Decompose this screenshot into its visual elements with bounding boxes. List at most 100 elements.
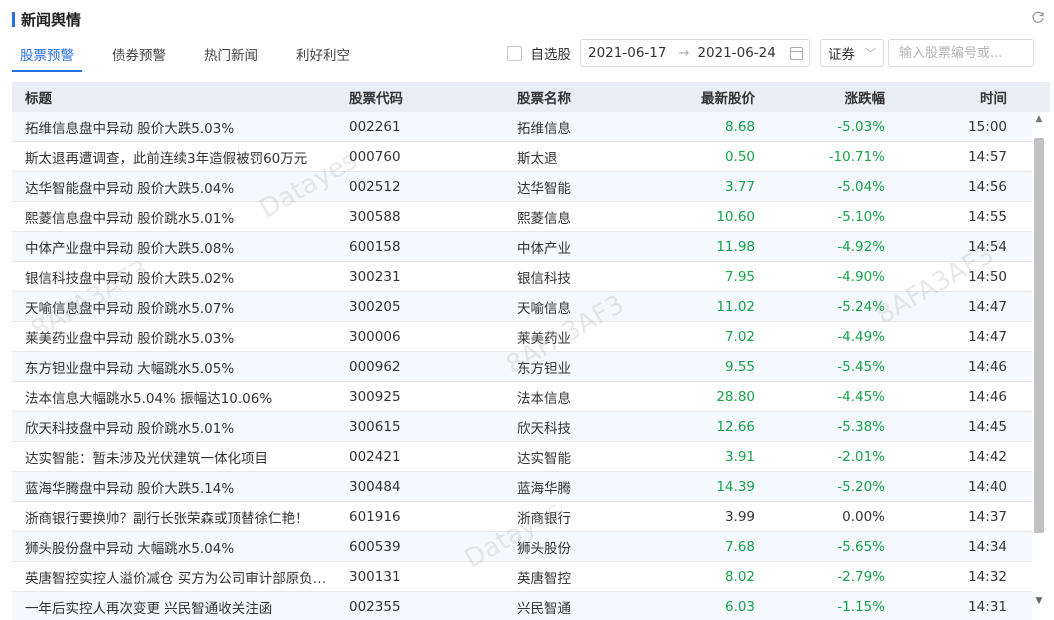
news-title[interactable]: 银信科技盘中异动 股价大跌5.02% (12, 267, 337, 287)
stock-code: 300925 (349, 388, 401, 405)
stock-code: 600158 (349, 238, 401, 255)
date-start[interactable]: 2021-06-17 (588, 45, 666, 61)
col-header-change[interactable]: 涨跌幅 (755, 87, 886, 107)
table-row[interactable]: 达实智能：暂未涉及光伏建筑一体化项目 002421 达实智能 3.91 -2.01% 14… (12, 442, 1032, 472)
stock-code: 300131 (349, 568, 401, 585)
security-type-select[interactable]: 证券 ﹀ (820, 39, 884, 67)
news-title[interactable]: 达华智能盘中异动 股价大跌5.04% (12, 177, 337, 197)
chevron-down-icon: ﹀ (865, 47, 876, 60)
price-change: 0.00% (842, 508, 885, 525)
stock-code: 000962 (349, 358, 401, 375)
latest-price: 7.02 (724, 328, 755, 345)
col-header-title[interactable]: 标题 (12, 87, 337, 107)
watchlist-checkbox[interactable] (506, 45, 522, 61)
stock-search-input[interactable] (888, 39, 1034, 67)
news-time: 14:40 (968, 478, 1007, 495)
stock-name: 天喻信息 (517, 300, 571, 317)
news-title[interactable]: 狮头股份盘中异动 大幅跳水5.04% (12, 537, 337, 557)
news-title[interactable]: 斯太退再遭调查，此前连续3年造假被罚60万元 (12, 147, 337, 167)
stock-name: 东方钽业 (517, 360, 571, 377)
calendar-icon[interactable] (790, 46, 803, 60)
table-row[interactable]: 蓝海华腾盘中异动 股价大跌5.14% 300484 蓝海华腾 14.39 -5.20% 1… (12, 472, 1032, 502)
price-change: -2.01% (837, 448, 885, 465)
latest-price: 0.50 (724, 148, 755, 165)
news-title[interactable]: 天喻信息盘中异动 股价跳水5.07% (12, 297, 337, 317)
latest-price: 28.80 (716, 388, 755, 405)
stock-name: 银信科技 (517, 270, 571, 287)
scroll-thumb[interactable] (1034, 138, 1044, 533)
table-row[interactable]: 莱美药业盘中异动 股价跳水5.03% 300006 莱美药业 7.02 -4.49% 14… (12, 322, 1032, 352)
stock-code: 601916 (349, 508, 401, 525)
news-time: 14:50 (968, 268, 1007, 285)
col-header-code[interactable]: 股票代码 (337, 87, 505, 107)
news-title[interactable]: 达实智能：暂未涉及光伏建筑一体化项目 (12, 447, 337, 467)
news-title[interactable]: 一年后实控人再次变更 兴民智通收关注函 (12, 597, 337, 617)
price-change: -1.15% (837, 598, 885, 615)
price-change: -5.38% (837, 418, 885, 435)
table-row[interactable]: 天喻信息盘中异动 股价跳水5.07% 300205 天喻信息 11.02 -5.24% 1… (12, 292, 1032, 322)
news-time: 14:31 (968, 598, 1007, 615)
price-change: -5.45% (837, 358, 885, 375)
stock-code: 600539 (349, 538, 401, 555)
news-title[interactable]: 莱美药业盘中异动 股价跳水5.03% (12, 327, 337, 347)
latest-price: 10.60 (716, 208, 755, 225)
vertical-scrollbar[interactable]: ▲ ▼ (1032, 112, 1046, 608)
arrow-right-icon: → (678, 45, 690, 61)
stock-name: 拓维信息 (517, 120, 571, 137)
table-row[interactable]: 拓维信息盘中异动 股价大跌5.03% 002261 拓维信息 8.68 -5.03% 15… (12, 112, 1032, 142)
table-row[interactable]: 狮头股份盘中异动 大幅跳水5.04% 600539 狮头股份 7.68 -5.65% 14… (12, 532, 1032, 562)
table-header: 标题 股票代码 股票名称 最新股价 涨跌幅 时间 (12, 82, 1050, 112)
news-title[interactable]: 英唐智控实控人溢价减仓 买方为公司审计部原负责人 (12, 567, 337, 587)
table-row[interactable]: 东方钽业盘中异动 大幅跳水5.05% 000962 东方钽业 9.55 -5.45% 14… (12, 352, 1032, 382)
table-row[interactable]: 欣天科技盘中异动 股价跳水5.01% 300615 欣天科技 12.66 -5.38% 1… (12, 412, 1032, 442)
news-title[interactable]: 欣天科技盘中异动 股价跳水5.01% (12, 417, 337, 437)
news-time: 14:54 (968, 238, 1007, 255)
latest-price: 11.02 (716, 298, 755, 315)
scroll-up-icon[interactable]: ▲ (1032, 112, 1046, 126)
tab-bond-alert[interactable]: 债券预警 (104, 38, 174, 72)
stock-name: 法本信息 (517, 390, 571, 407)
tab-stock-alert[interactable]: 股票预警 (12, 38, 82, 72)
tab-good-bad-news[interactable]: 利好利空 (288, 38, 358, 72)
news-title[interactable]: 浙商银行要换帅？副行长张荣森或顶替徐仁艳！ (12, 507, 337, 527)
price-change: -5.24% (837, 298, 885, 315)
latest-price: 9.55 (724, 358, 755, 375)
col-header-name[interactable]: 股票名称 (505, 87, 630, 107)
table-row[interactable]: 达华智能盘中异动 股价大跌5.04% 002512 达华智能 3.77 -5.04% 14… (12, 172, 1032, 202)
table-row[interactable]: 斯太退再遭调查，此前连续3年造假被罚60万元 000760 斯太退 0.50 -10.7… (12, 142, 1032, 172)
price-change: -4.45% (837, 388, 885, 405)
stock-name: 中体产业 (517, 240, 571, 257)
col-header-time[interactable]: 时间 (885, 87, 1015, 107)
date-end[interactable]: 2021-06-24 (697, 45, 775, 61)
table-row[interactable]: 一年后实控人再次变更 兴民智通收关注函 002355 兴民智通 6.03 -1.15% 1… (12, 592, 1032, 620)
stock-name: 兴民智通 (517, 600, 571, 617)
table-row[interactable]: 英唐智控实控人溢价减仓 买方为公司审计部原负责人 300131 英唐智控 8.02 -2… (12, 562, 1032, 592)
stock-name: 斯太退 (517, 150, 558, 167)
stock-code: 002512 (349, 178, 401, 195)
table-row[interactable]: 浙商银行要换帅？副行长张荣森或顶替徐仁艳！ 601916 浙商银行 3.99 0.00%… (12, 502, 1032, 532)
news-title[interactable]: 中体产业盘中异动 股价大跌5.08% (12, 237, 337, 257)
news-title[interactable]: 东方钽业盘中异动 大幅跳水5.05% (12, 357, 337, 377)
scroll-down-icon[interactable]: ▼ (1032, 594, 1046, 608)
news-title[interactable]: 熙菱信息盘中异动 股价跳水5.01% (12, 207, 337, 227)
stock-alert-table: 标题 股票代码 股票名称 最新股价 涨跌幅 时间 拓维信息盘中异动 股价大跌5.… (12, 82, 1050, 620)
filter-bar: 自选股 2021-06-17 → 2021-06-24 证券 ﹀ (506, 39, 1034, 67)
news-title[interactable]: 拓维信息盘中异动 股价大跌5.03% (12, 117, 337, 137)
news-time: 14:55 (968, 208, 1007, 225)
table-row[interactable]: 法本信息大幅跳水5.04% 振幅达10.06% 300925 法本信息 28.80 -4… (12, 382, 1032, 412)
table-row[interactable]: 银信科技盘中异动 股价大跌5.02% 300231 银信科技 7.95 -4.90% 14… (12, 262, 1032, 292)
security-type-value: 证券 (828, 47, 855, 63)
table-row[interactable]: 中体产业盘中异动 股价大跌5.08% 600158 中体产业 11.98 -4.92% 1… (12, 232, 1032, 262)
news-title[interactable]: 蓝海华腾盘中异动 股价大跌5.14% (12, 477, 337, 497)
stock-name: 欣天科技 (517, 420, 571, 437)
title-accent-bar (12, 12, 15, 27)
table-body: 拓维信息盘中异动 股价大跌5.03% 002261 拓维信息 8.68 -5.03% 15… (12, 112, 1032, 620)
tab-hot-news[interactable]: 热门新闻 (196, 38, 266, 72)
news-time: 14:47 (968, 328, 1007, 345)
table-row[interactable]: 熙菱信息盘中异动 股价跳水5.01% 300588 熙菱信息 10.60 -5.10% 1… (12, 202, 1032, 232)
latest-price: 8.02 (724, 568, 755, 585)
date-range-picker[interactable]: 2021-06-17 → 2021-06-24 (580, 39, 810, 67)
news-title[interactable]: 法本信息大幅跳水5.04% 振幅达10.06% (12, 387, 337, 407)
refresh-icon[interactable] (1030, 10, 1046, 26)
col-header-price[interactable]: 最新股价 (630, 87, 755, 107)
